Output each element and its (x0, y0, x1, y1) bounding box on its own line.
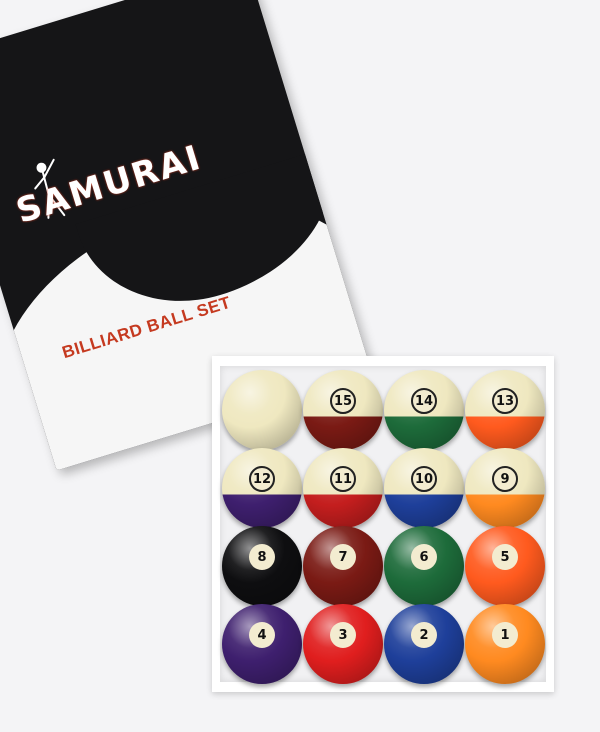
ball-number-label: 15 (330, 388, 356, 414)
ball-number-label: 14 (411, 388, 437, 414)
ball-number-label: 9 (492, 466, 518, 492)
ball-13: 13 (465, 370, 545, 450)
ball-number-label: 11 (330, 466, 356, 492)
ball-11: 11 (303, 448, 383, 528)
ball-number-label: 7 (330, 544, 356, 570)
ball-9: 9 (465, 448, 545, 528)
ball-number-label: 1 (492, 622, 518, 648)
ball-12: 12 (222, 448, 302, 528)
ball-number-label: 5 (492, 544, 518, 570)
ball-number-label: 12 (249, 466, 275, 492)
ball-2: 2 (384, 604, 464, 684)
cue-ball (222, 370, 302, 450)
ball-15: 15 (303, 370, 383, 450)
ball-4: 4 (222, 604, 302, 684)
ball-number-label: 8 (249, 544, 275, 570)
ball-number-label: 2 (411, 622, 437, 648)
ball-8: 8 (222, 526, 302, 606)
ball-number-label: 3 (330, 622, 356, 648)
ball-tray: 15 14 13 12 11 10 9 8 7 6 5 4 3 2 1 (212, 356, 554, 692)
ball-6: 6 (384, 526, 464, 606)
ball-number-label: 10 (411, 466, 437, 492)
ball-7: 7 (303, 526, 383, 606)
ball-14: 14 (384, 370, 464, 450)
ball-5: 5 (465, 526, 545, 606)
tray-compartment: 15 14 13 12 11 10 9 8 7 6 5 4 3 2 1 (220, 366, 546, 684)
ball-number-label: 13 (492, 388, 518, 414)
product-photo: SAMURAI BILLIARD BALL SET 15 14 13 12 11 10 9 8… (0, 0, 600, 732)
ball-1: 1 (465, 604, 545, 684)
ball-number-label: 6 (411, 544, 437, 570)
ball-number-label: 4 (249, 622, 275, 648)
ball-10: 10 (384, 448, 464, 528)
ball-3: 3 (303, 604, 383, 684)
